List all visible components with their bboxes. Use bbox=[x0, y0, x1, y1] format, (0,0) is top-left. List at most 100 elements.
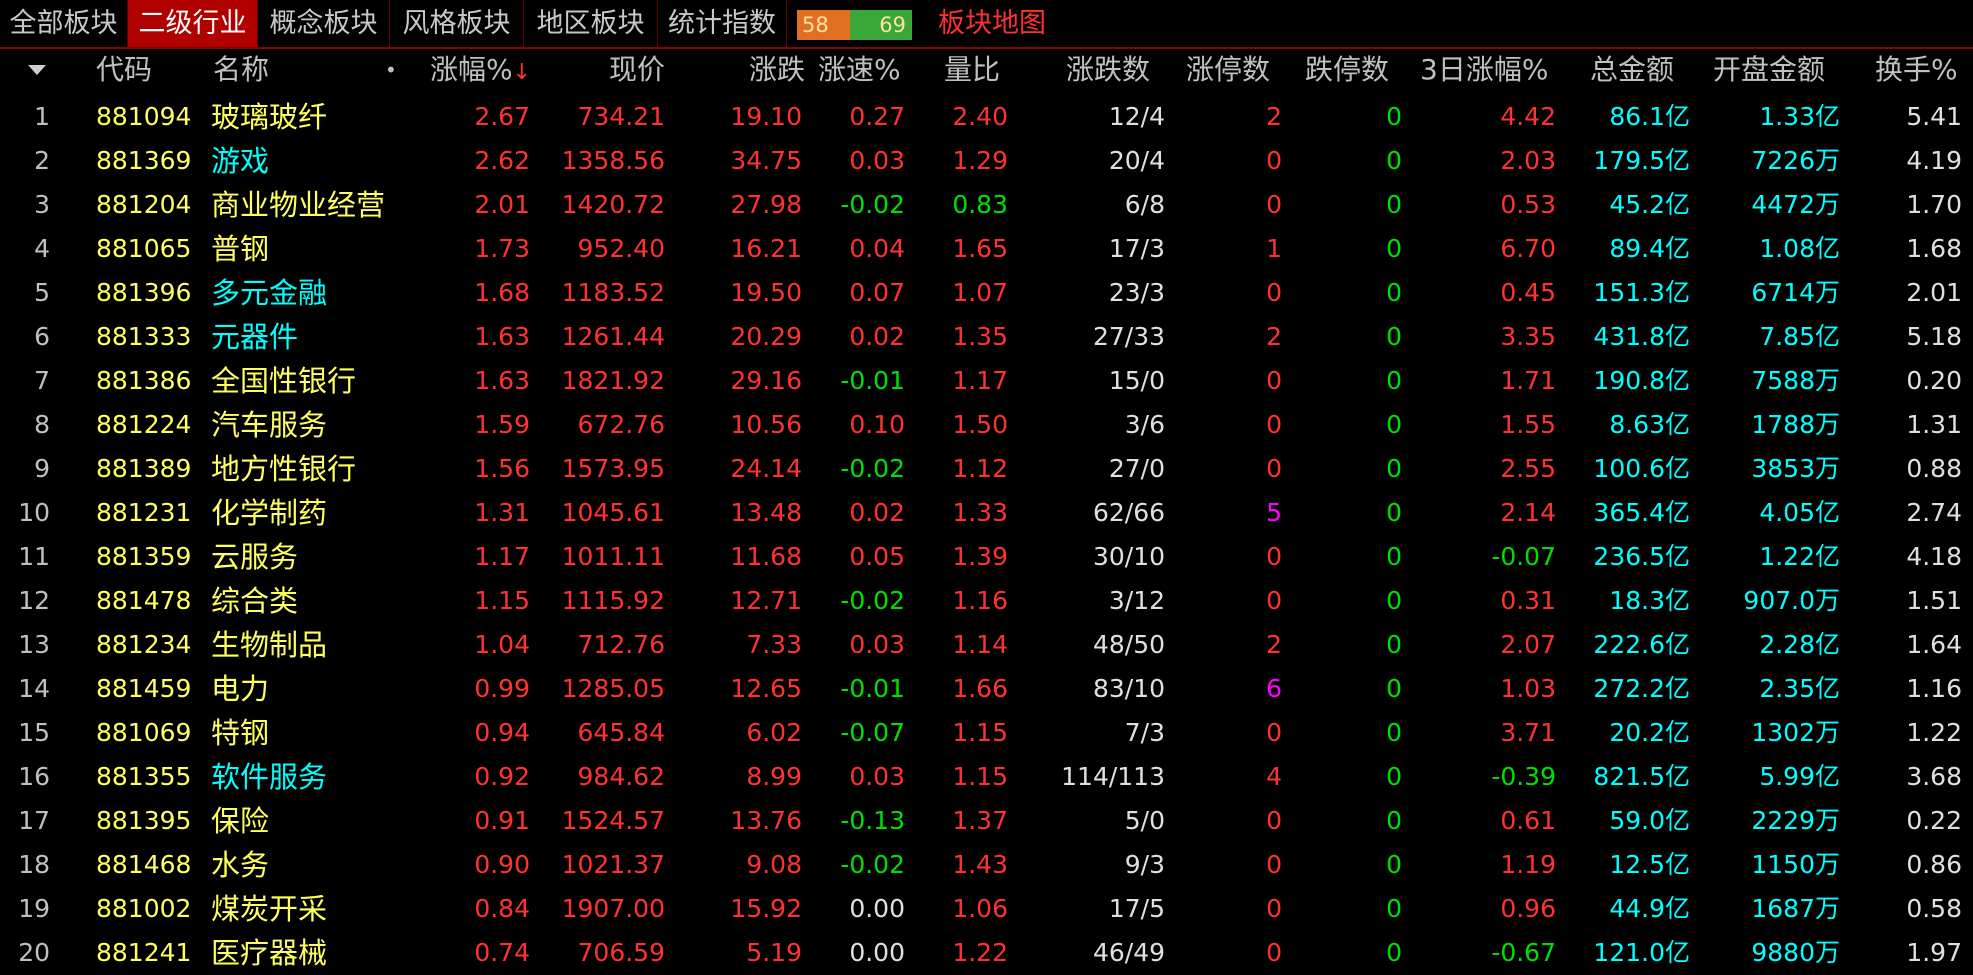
table-row[interactable]: 4 881065 普钢 1.73 952.40 16.21 0.04 1.65 17/3 1 0 6.… bbox=[0, 227, 1973, 271]
row-code: 881359 bbox=[96, 542, 192, 571]
row-volume-ratio: 1.15 bbox=[952, 718, 1008, 747]
row-total-amount: 431.8亿 bbox=[1593, 322, 1690, 351]
row-total-amount: 12.5亿 bbox=[1609, 850, 1690, 879]
header-speed[interactable]: 涨速% bbox=[818, 47, 901, 95]
column-menu-dropdown-icon[interactable] bbox=[28, 65, 46, 75]
row-limit-up-count: 6 bbox=[1266, 674, 1282, 703]
row-limit-down-count: 0 bbox=[1386, 146, 1402, 175]
row-price: 1115.92 bbox=[561, 586, 665, 615]
sector-map-link[interactable]: 板块地图 bbox=[938, 0, 1046, 47]
tab-all-sectors[interactable]: 全部板块 bbox=[0, 0, 128, 47]
row-3day-pct: 2.14 bbox=[1500, 498, 1556, 527]
row-name: 软件服务 bbox=[211, 760, 328, 794]
row-change: 20.29 bbox=[730, 322, 802, 351]
row-code: 881231 bbox=[96, 498, 192, 527]
table-row[interactable]: 10 881231 化学制药 1.31 1045.61 13.48 0.02 1.33 62/6… bbox=[0, 491, 1973, 535]
table-row[interactable]: 5 881396 多元金融 1.68 1183.52 19.50 0.07 1.07 23/3 0… bbox=[0, 271, 1973, 315]
row-total-amount: 20.2亿 bbox=[1609, 718, 1690, 747]
row-up-down-count: 27/0 bbox=[1108, 454, 1165, 483]
row-pct-change: 1.68 bbox=[474, 278, 530, 307]
tab-concept-sectors[interactable]: 概念板块 bbox=[258, 0, 390, 47]
table-row[interactable]: 15 881069 特钢 0.94 645.84 6.02 -0.07 1.15 7/3 0 0 3.… bbox=[0, 711, 1973, 755]
row-speed: 0.07 bbox=[849, 278, 905, 307]
table-row[interactable]: 9 881389 地方性银行 1.56 1573.95 24.14 -0.02 1.12 27/… bbox=[0, 447, 1973, 491]
table-row[interactable]: 3 881204 商业物业经营 2.01 1420.72 27.98 -0.02 0.83 6/… bbox=[0, 183, 1973, 227]
row-limit-down-count: 0 bbox=[1386, 718, 1402, 747]
row-open-amount: 2229万 bbox=[1751, 806, 1840, 835]
row-turnover: 1.97 bbox=[1906, 938, 1962, 967]
row-name: 地方性银行 bbox=[211, 452, 357, 486]
row-turnover: 5.41 bbox=[1906, 102, 1962, 131]
row-name: 游戏 bbox=[211, 144, 270, 178]
row-up-down-count: 27/33 bbox=[1092, 322, 1165, 351]
header-code[interactable]: 代码 bbox=[96, 47, 152, 95]
row-open-amount: 1.08亿 bbox=[1759, 234, 1840, 263]
table-row[interactable]: 14 881459 电力 0.99 1285.05 12.65 -0.01 1.66 83/10… bbox=[0, 667, 1973, 711]
row-turnover: 1.31 bbox=[1906, 410, 1962, 439]
table-row[interactable]: 19 881002 煤炭开采 0.84 1907.00 15.92 0.00 1.06 17/5… bbox=[0, 887, 1973, 931]
row-index: 4 bbox=[34, 234, 50, 263]
row-name: 电力 bbox=[211, 672, 270, 706]
table-row[interactable]: 11 881359 云服务 1.17 1011.11 11.68 0.05 1.39 30/10… bbox=[0, 535, 1973, 579]
tab-secondary-industry[interactable]: 二级行业 bbox=[128, 0, 258, 47]
table-row[interactable]: 2 881369 游戏 2.62 1358.56 34.75 0.03 1.29 20/4 0 0 2… bbox=[0, 139, 1973, 183]
row-open-amount: 2.35亿 bbox=[1759, 674, 1840, 703]
row-up-down-count: 17/3 bbox=[1108, 234, 1165, 263]
row-change: 15.92 bbox=[730, 894, 802, 923]
row-speed: 0.00 bbox=[849, 938, 905, 967]
row-pct-change: 1.15 bbox=[474, 586, 530, 615]
row-3day-pct: 2.03 bbox=[1500, 146, 1556, 175]
row-open-amount: 7.85亿 bbox=[1759, 322, 1840, 351]
row-name: 商业物业经营 bbox=[211, 188, 386, 222]
header-volume-ratio[interactable]: 量比 bbox=[944, 47, 1000, 95]
tab-statistics-index[interactable]: 统计指数 bbox=[658, 0, 787, 47]
row-turnover: 4.19 bbox=[1906, 146, 1962, 175]
row-limit-down-count: 0 bbox=[1386, 938, 1402, 967]
row-index: 20 bbox=[18, 938, 50, 967]
row-volume-ratio: 1.16 bbox=[952, 586, 1008, 615]
row-index: 6 bbox=[34, 322, 50, 351]
header-name[interactable]: 名称 bbox=[213, 47, 269, 95]
header-3day-pct[interactable]: 3日涨幅% bbox=[1420, 47, 1548, 95]
row-3day-pct: -0.39 bbox=[1491, 762, 1556, 791]
row-up-down-count: 7/3 bbox=[1124, 718, 1165, 747]
header-up-down-count[interactable]: 涨跌数 bbox=[1066, 47, 1150, 95]
header-limit-down-count[interactable]: 跌停数 bbox=[1305, 47, 1389, 95]
header-turnover[interactable]: 换手% bbox=[1875, 47, 1958, 95]
row-price: 712.76 bbox=[577, 630, 665, 659]
table-row[interactable]: 12 881478 综合类 1.15 1115.92 12.71 -0.02 1.16 3/12… bbox=[0, 579, 1973, 623]
table-row[interactable]: 8 881224 汽车服务 1.59 672.76 10.56 0.10 1.50 3/6 0 0 1… bbox=[0, 403, 1973, 447]
row-open-amount: 1.33亿 bbox=[1759, 102, 1840, 131]
row-change: 10.56 bbox=[730, 410, 802, 439]
row-total-amount: 236.5亿 bbox=[1593, 542, 1690, 571]
row-turnover: 0.58 bbox=[1906, 894, 1962, 923]
table-row[interactable]: 1 881094 玻璃玻纤 2.67 734.21 19.10 0.27 2.40 12/4 2 0… bbox=[0, 95, 1973, 139]
header-open-amount[interactable]: 开盘金额 bbox=[1713, 47, 1825, 95]
row-name: 玻璃玻纤 bbox=[211, 100, 328, 134]
table-row[interactable]: 13 881234 生物制品 1.04 712.76 7.33 0.03 1.14 48/50 2… bbox=[0, 623, 1973, 667]
header-total-amount[interactable]: 总金额 bbox=[1590, 47, 1674, 95]
row-name: 生物制品 bbox=[211, 628, 328, 662]
header-price[interactable]: 现价 bbox=[560, 47, 665, 95]
header-change[interactable]: 涨跌 bbox=[700, 47, 805, 95]
row-code: 881065 bbox=[96, 234, 192, 263]
table-row[interactable]: 17 881395 保险 0.91 1524.57 13.76 -0.13 1.37 5/0 0 0… bbox=[0, 799, 1973, 843]
header-pct-change[interactable]: 涨幅%↓ bbox=[430, 47, 531, 95]
row-up-down-count: 30/10 bbox=[1092, 542, 1165, 571]
tab-style-sectors[interactable]: 风格板块 bbox=[390, 0, 524, 47]
table-header: 代码 名称 • 涨幅%↓ 现价 涨跌 涨速% 量比 涨跌数 涨停数 跌停数 3日… bbox=[0, 47, 1973, 95]
row-limit-down-count: 0 bbox=[1386, 542, 1402, 571]
row-name: 多元金融 bbox=[211, 276, 328, 310]
row-limit-down-count: 0 bbox=[1386, 894, 1402, 923]
table-row[interactable]: 16 881355 软件服务 0.92 984.62 8.99 0.03 1.15 114/11… bbox=[0, 755, 1973, 799]
table-row[interactable]: 18 881468 水务 0.90 1021.37 9.08 -0.02 1.43 9/3 0 0 1… bbox=[0, 843, 1973, 887]
table-row[interactable]: 7 881386 全国性银行 1.63 1821.92 29.16 -0.01 1.17 15/… bbox=[0, 359, 1973, 403]
row-change: 16.21 bbox=[730, 234, 802, 263]
table-row[interactable]: 6 881333 元器件 1.63 1261.44 20.29 0.02 1.35 27/33 2… bbox=[0, 315, 1973, 359]
header-limit-up-count[interactable]: 涨停数 bbox=[1186, 47, 1270, 95]
table-row[interactable]: 20 881241 医疗器械 0.74 706.59 5.19 0.00 1.22 46/49 0… bbox=[0, 931, 1973, 975]
row-code: 881389 bbox=[96, 454, 192, 483]
tab-region-sectors[interactable]: 地区板块 bbox=[524, 0, 658, 47]
row-index: 10 bbox=[18, 498, 50, 527]
row-open-amount: 4.05亿 bbox=[1759, 498, 1840, 527]
